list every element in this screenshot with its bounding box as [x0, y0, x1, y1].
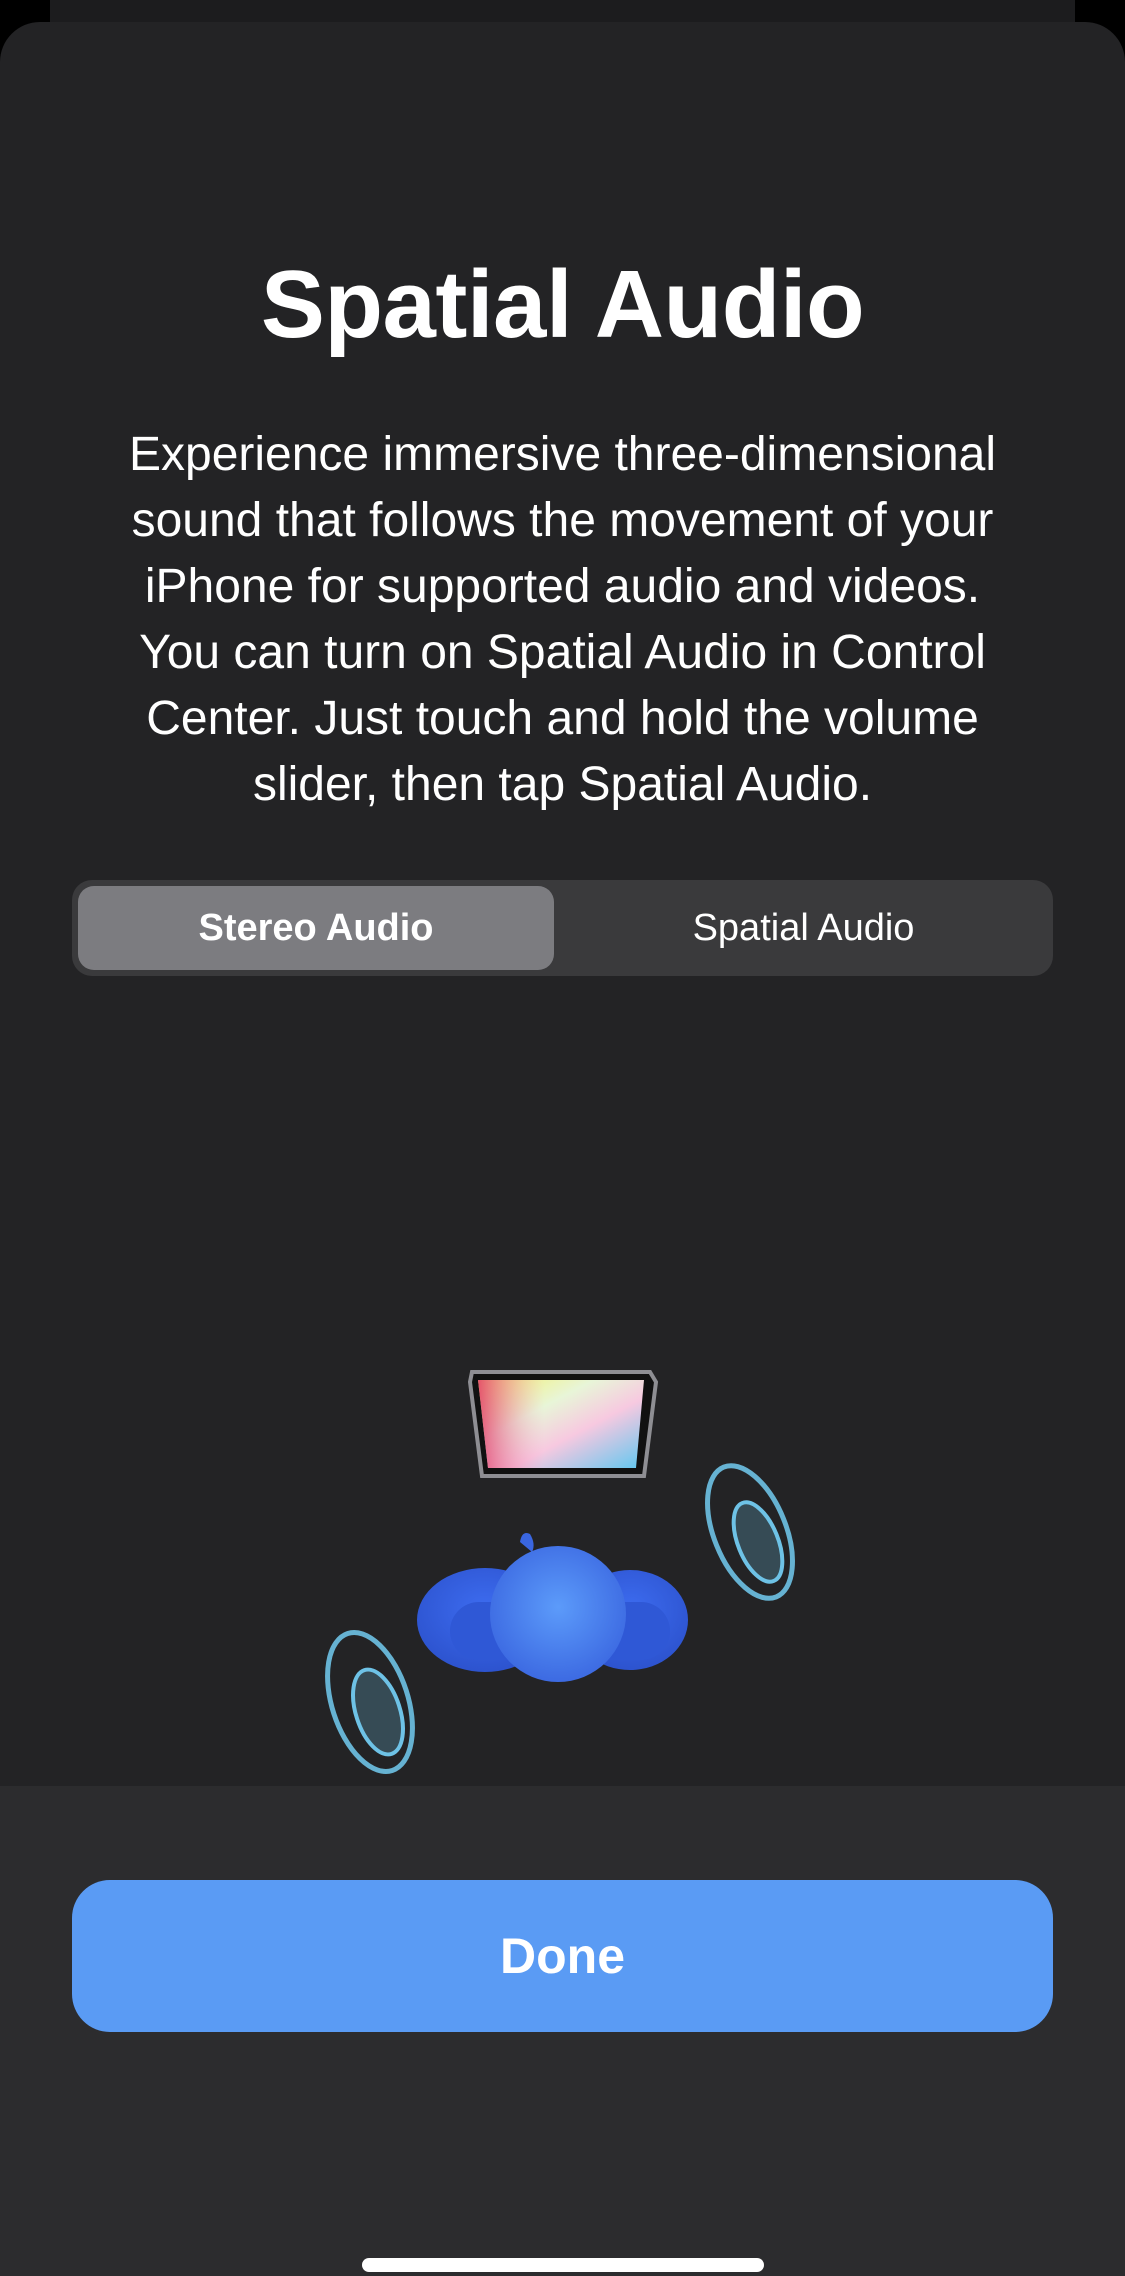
segment-stereo-audio[interactable]: Stereo Audio: [78, 886, 554, 970]
description-line: Center. Just touch and hold the volume: [146, 692, 979, 745]
sound-wave-right-icon: [705, 1463, 795, 1601]
done-button[interactable]: Done: [72, 1880, 1053, 2032]
audio-mode-segmented-control[interactable]: Stereo Audio Spatial Audio: [72, 880, 1053, 976]
description-line: You can turn on Spatial Audio in Control: [139, 626, 986, 679]
spatial-audio-illustration: [325, 1370, 795, 1774]
spatial-audio-sheet: Spatial Audio Experience immersive three…: [0, 22, 1125, 2276]
description-text: Experience immersive three-dimensional s…: [75, 422, 1050, 818]
sound-wave-left-icon: [325, 1630, 415, 1774]
home-indicator[interactable]: [362, 2258, 764, 2272]
segment-spatial-audio[interactable]: Spatial Audio: [560, 886, 1047, 970]
listener-head-icon: [417, 1533, 688, 1682]
description-line: slider, then tap Spatial Audio.: [252, 758, 873, 811]
description-line: sound that follows the movement of your: [131, 494, 994, 547]
ipad-screen-icon: [467, 1370, 659, 1478]
page-title: Spatial Audio: [260, 251, 865, 358]
description-line: iPhone for supported audio and videos.: [144, 560, 981, 613]
description-line: Experience immersive three-dimensional: [128, 428, 997, 481]
